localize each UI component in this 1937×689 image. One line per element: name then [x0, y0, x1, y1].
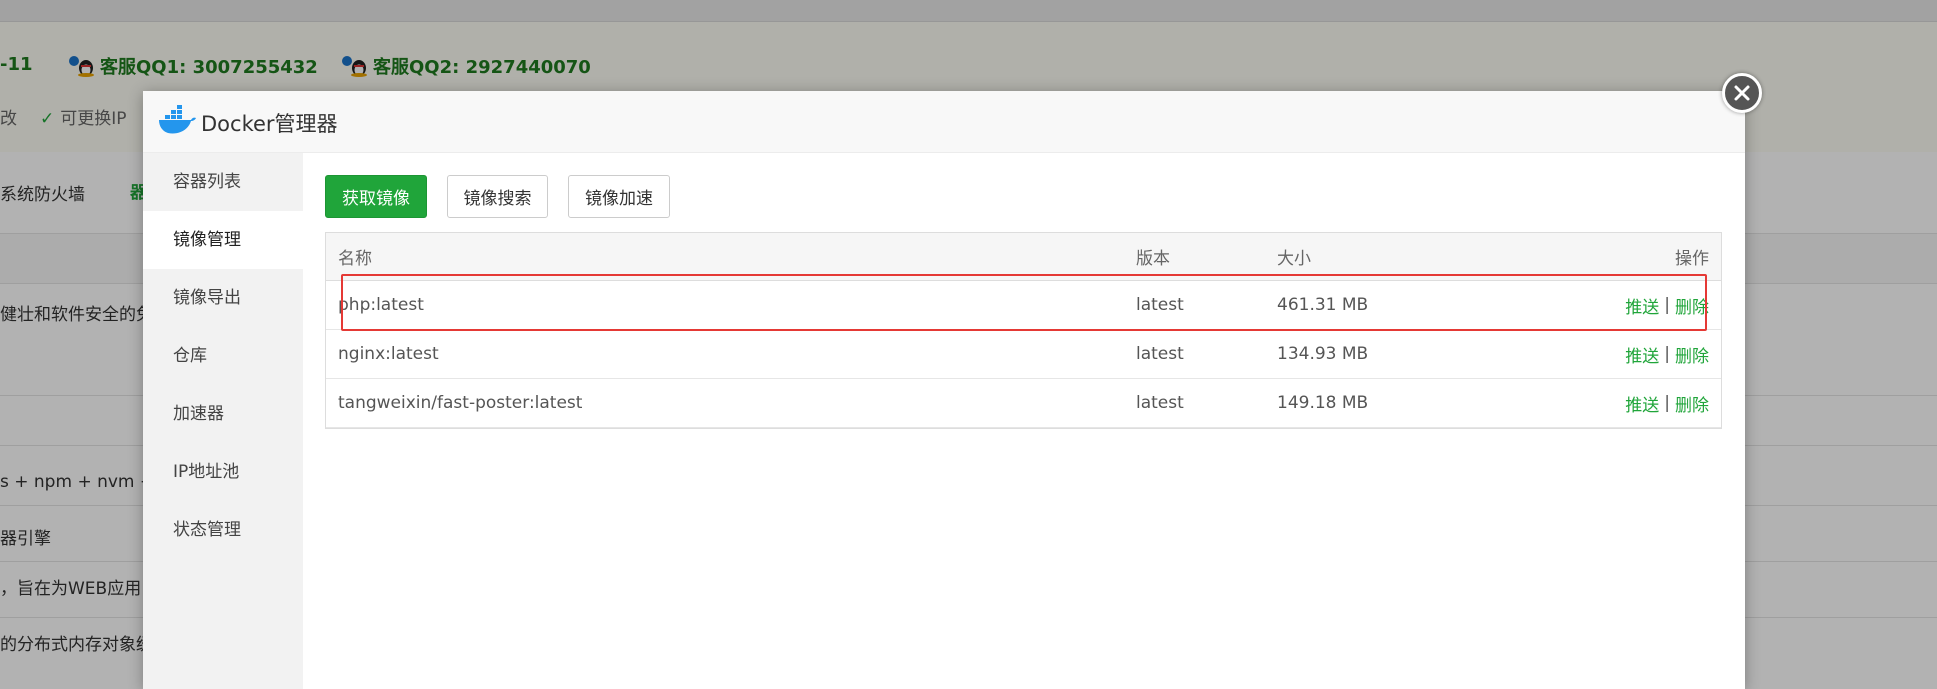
- nav-item-status-management[interactable]: 状态管理: [143, 501, 303, 559]
- modal-sidenav: 容器列表 镜像管理 镜像导出 仓库 加速器 IP地址池 状态管理: [143, 153, 303, 689]
- nav-item-container-list[interactable]: 容器列表: [143, 153, 303, 211]
- table-header: 名称 版本 大小 操作: [326, 233, 1721, 281]
- image-ops: 推送 | 删除: [1625, 379, 1709, 427]
- delete-link[interactable]: 删除: [1675, 293, 1709, 318]
- ops-separator: |: [1664, 393, 1670, 413]
- delete-link[interactable]: 删除: [1675, 391, 1709, 416]
- image-size: 149.18 MB: [1277, 393, 1369, 413]
- ops-separator: |: [1664, 295, 1670, 315]
- modal-title: Docker管理器: [201, 112, 338, 136]
- image-ops: 推送 | 删除: [1625, 330, 1709, 378]
- table-row: tangweixin/fast-poster:latest latest 149…: [326, 379, 1721, 428]
- nav-item-ip-pool[interactable]: IP地址池: [143, 443, 303, 501]
- close-icon: [1734, 85, 1750, 101]
- image-version: latest: [1136, 344, 1184, 364]
- push-link[interactable]: 推送: [1625, 293, 1659, 318]
- push-link[interactable]: 推送: [1625, 342, 1659, 367]
- modal-header: Docker管理器: [143, 91, 1745, 153]
- table-row: php:latest latest 461.31 MB 推送 | 删除: [326, 281, 1721, 330]
- image-name: nginx:latest: [338, 344, 439, 364]
- push-link[interactable]: 推送: [1625, 391, 1659, 416]
- docker-manager-modal: Docker管理器 容器列表 镜像管理 镜像导出 仓库 加速器 IP地址池 状态…: [143, 91, 1745, 689]
- pull-image-button[interactable]: 获取镜像: [325, 175, 427, 218]
- nav-item-accelerator[interactable]: 加速器: [143, 385, 303, 443]
- header-size: 大小: [1277, 249, 1311, 269]
- table-row: nginx:latest latest 134.93 MB 推送 | 删除: [326, 330, 1721, 379]
- search-image-button[interactable]: 镜像搜索: [447, 175, 548, 218]
- image-name: tangweixin/fast-poster:latest: [338, 393, 583, 413]
- header-ops: 操作: [1675, 249, 1709, 269]
- delete-link[interactable]: 删除: [1675, 342, 1709, 367]
- image-accelerate-button[interactable]: 镜像加速: [568, 175, 670, 218]
- docker-whale-icon: [159, 105, 196, 134]
- header-name: 名称: [338, 249, 372, 269]
- image-version: latest: [1136, 393, 1184, 413]
- ops-separator: |: [1664, 344, 1670, 364]
- image-name: php:latest: [338, 295, 424, 315]
- nav-item-repository[interactable]: 仓库: [143, 327, 303, 385]
- close-button[interactable]: [1722, 73, 1762, 113]
- image-size: 461.31 MB: [1277, 295, 1369, 315]
- nav-item-image-export[interactable]: 镜像导出: [143, 269, 303, 327]
- image-size: 134.93 MB: [1277, 344, 1369, 364]
- header-version: 版本: [1136, 249, 1170, 269]
- image-table: 名称 版本 大小 操作 php:latest latest 461.31 MB …: [325, 232, 1722, 429]
- image-version: latest: [1136, 295, 1184, 315]
- image-ops: 推送 | 删除: [1625, 281, 1709, 329]
- nav-item-image-management[interactable]: 镜像管理: [143, 211, 303, 269]
- image-management-panel: 获取镜像 镜像搜索 镜像加速 名称 版本 大小 操作 php:latest la…: [303, 153, 1745, 689]
